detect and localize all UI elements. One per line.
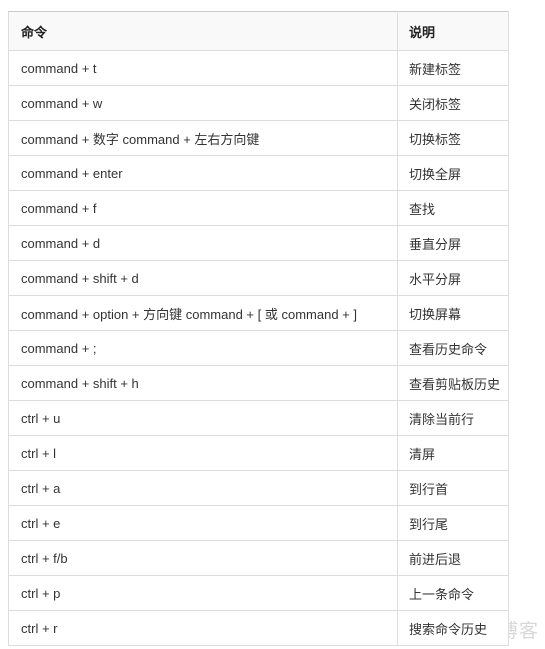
table-row: command + enter 切换全屏	[8, 155, 509, 191]
cell-command: ctrl + r	[8, 610, 398, 646]
table-row: command + shift + d 水平分屏	[8, 260, 509, 296]
cell-command: command + t	[8, 50, 398, 86]
cell-command: ctrl + e	[8, 505, 398, 541]
cell-command: ctrl + f/b	[8, 540, 398, 576]
cell-command: ctrl + l	[8, 435, 398, 471]
cell-description: 到行尾	[397, 505, 509, 541]
table-row: command + shift + h 查看剪贴板历史	[8, 365, 509, 401]
table-row: command + t 新建标签	[8, 50, 509, 86]
cell-description: 清除当前行	[397, 400, 509, 436]
cell-description: 查看剪贴板历史	[397, 365, 509, 401]
cell-command: ctrl + u	[8, 400, 398, 436]
table-header-row: 命令 说明	[8, 11, 509, 51]
cell-description: 水平分屏	[397, 260, 509, 296]
table-header: 命令 说明	[8, 11, 509, 51]
page-root: @51CTO博客 命令 说明 command + t新建标签command + …	[0, 0, 545, 649]
cell-command: command + ;	[8, 330, 398, 366]
table-row: ctrl + e 到行尾	[8, 505, 509, 541]
cell-description: 搜索命令历史	[397, 610, 509, 646]
column-header-description: 说明	[397, 11, 509, 51]
shortcut-table: 命令 说明 command + t 新建标签 command + w 关闭标签 comm…	[8, 11, 509, 646]
cell-description: 关闭标签	[397, 85, 509, 121]
cell-description: 上一条命令	[397, 575, 509, 611]
cell-description: 到行首	[397, 470, 509, 506]
table-row: ctrl + f/b 前进后退	[8, 540, 509, 576]
table-row: ctrl + p 上一条命令	[8, 575, 509, 611]
table-row: ctrl + u 清除当前行	[8, 400, 509, 436]
table-row: command + f 查找	[8, 190, 509, 226]
table-row: ctrl + r 搜索命令历史	[8, 610, 509, 646]
cell-description: 切换屏幕	[397, 295, 509, 331]
cell-command: command + 数字 command + 左右方向键	[8, 120, 398, 156]
cell-description: 前进后退	[397, 540, 509, 576]
cell-command: ctrl + a	[8, 470, 398, 506]
table-row: command + w 关闭标签	[8, 85, 509, 121]
cell-description: 清屏	[397, 435, 509, 471]
cell-description: 查找	[397, 190, 509, 226]
table-row: ctrl + l 清屏	[8, 435, 509, 471]
cell-command: ctrl + p	[8, 575, 398, 611]
table-row: command + d 垂直分屏	[8, 225, 509, 261]
cell-description: 垂直分屏	[397, 225, 509, 261]
table-row: command + option + 方向键 command + [ 或 com…	[8, 295, 509, 331]
table-row: command + ; 查看历史命令	[8, 330, 509, 366]
cell-command: command + d	[8, 225, 398, 261]
cell-command: command + shift + d	[8, 260, 398, 296]
cell-command: command + enter	[8, 155, 398, 191]
table-row: ctrl + a 到行首	[8, 470, 509, 506]
cell-description: 切换全屏	[397, 155, 509, 191]
cell-command: command + shift + h	[8, 365, 398, 401]
cell-command: command + option + 方向键 command + [ 或 com…	[8, 295, 398, 331]
column-header-command: 命令	[8, 11, 398, 51]
cell-description: 新建标签	[397, 50, 509, 86]
table-row: command + 数字 command + 左右方向键 切换标签	[8, 120, 509, 156]
shortcut-table-container: 命令 说明 command + t 新建标签 command + w 关闭标签 comm…	[8, 11, 509, 646]
table-body: command + t 新建标签 command + w 关闭标签 command + …	[8, 50, 509, 646]
cell-description: 查看历史命令	[397, 330, 509, 366]
cell-command: command + f	[8, 190, 398, 226]
cell-command: command + w	[8, 85, 398, 121]
cell-description: 切换标签	[397, 120, 509, 156]
